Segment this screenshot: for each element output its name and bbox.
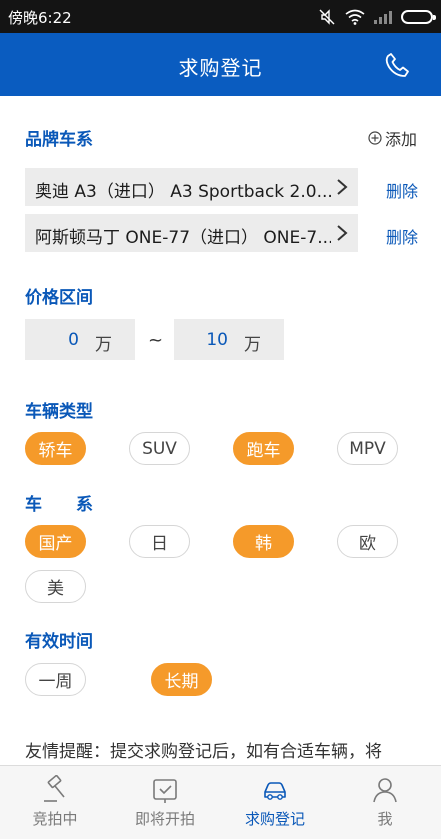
delete-brand-button[interactable]: 删除: [386, 178, 418, 202]
chevron-right-icon: [337, 225, 348, 241]
add-brand-label: 添加: [384, 130, 417, 149]
brand-item[interactable]: 奥迪 A3（进口） A3 Sportback 2.0...: [25, 168, 358, 206]
tab-auction[interactable]: 竞拍中: [0, 766, 110, 839]
series-chip-korea[interactable]: 韩: [233, 525, 294, 558]
wifi-icon: [345, 9, 365, 25]
delete-brand-button[interactable]: 删除: [386, 224, 418, 248]
tab-upcoming[interactable]: 即将开拍: [110, 766, 220, 839]
status-icons: [318, 7, 436, 27]
validity-chip-long-term[interactable]: 长期: [151, 663, 212, 696]
vehicle-type-section-title: 车辆类型: [25, 402, 93, 422]
tab-label: 即将开拍: [134, 810, 195, 828]
signal-icon: [374, 10, 392, 24]
vehicle-type-chip-suv[interactable]: SUV: [129, 432, 190, 465]
price-separator: ~: [148, 330, 164, 351]
brand-item[interactable]: 阿斯顿马丁 ONE-77（进口） ONE-7...: [25, 214, 358, 252]
price-min-input[interactable]: 0 万: [25, 319, 135, 360]
brand-item-label: 阿斯顿马丁 ONE-77（进口） ONE-7...: [35, 228, 331, 248]
tab-label: 我: [377, 810, 393, 828]
validity-section-title: 有效时间: [25, 632, 93, 652]
validity-chip-week[interactable]: 一周: [25, 663, 86, 696]
series-chip-europe[interactable]: 欧: [337, 525, 398, 558]
tab-label: 求购登记: [244, 810, 305, 828]
plus-circle-icon: [368, 131, 382, 145]
notice-text: 友情提醒：提交求购登记后，如有合适车辆，将: [25, 742, 382, 762]
series-section-title: 车 系: [25, 495, 93, 515]
vehicle-type-chip-sedan[interactable]: 轿车: [25, 432, 86, 465]
series-chip-japan[interactable]: 日: [129, 525, 190, 558]
gavel-icon: [44, 775, 65, 802]
vehicle-type-chip-sports[interactable]: 跑车: [233, 432, 294, 465]
price-unit: 万: [244, 335, 261, 355]
tab-purchase-register[interactable]: 求购登记: [220, 766, 330, 839]
status-time: 傍晚6:22: [8, 9, 72, 27]
tab-bar: 竞拍中 即将开拍 求购登记 我: [0, 765, 441, 839]
calendar-check-icon: [153, 779, 177, 803]
series-chip-usa[interactable]: 美: [25, 570, 86, 603]
battery-icon: [401, 10, 436, 24]
phone-icon[interactable]: [383, 51, 411, 79]
brand-item-label: 奥迪 A3（进口） A3 Sportback 2.0...: [35, 182, 331, 202]
price-max-value: 10: [206, 330, 228, 350]
price-unit: 万: [95, 335, 112, 355]
price-min-value: 0: [68, 330, 79, 350]
add-brand-button[interactable]: 添加: [368, 126, 417, 150]
price-section-title: 价格区间: [25, 288, 93, 308]
price-max-input[interactable]: 10 万: [174, 319, 284, 360]
mute-icon: [319, 9, 335, 25]
status-bar: 傍晚6:22: [0, 0, 441, 33]
vehicle-type-chip-mpv[interactable]: MPV: [337, 432, 398, 465]
page-title: 求购登记: [178, 56, 263, 80]
car-icon: [264, 782, 286, 800]
user-icon: [373, 778, 397, 803]
brand-section-title: 品牌车系: [25, 130, 93, 150]
series-chip-domestic[interactable]: 国产: [25, 525, 86, 558]
tab-label: 竞拍中: [32, 810, 78, 828]
chevron-right-icon: [337, 179, 348, 195]
nav-bar: 求购登记: [0, 33, 441, 96]
tab-me[interactable]: 我: [330, 766, 440, 839]
